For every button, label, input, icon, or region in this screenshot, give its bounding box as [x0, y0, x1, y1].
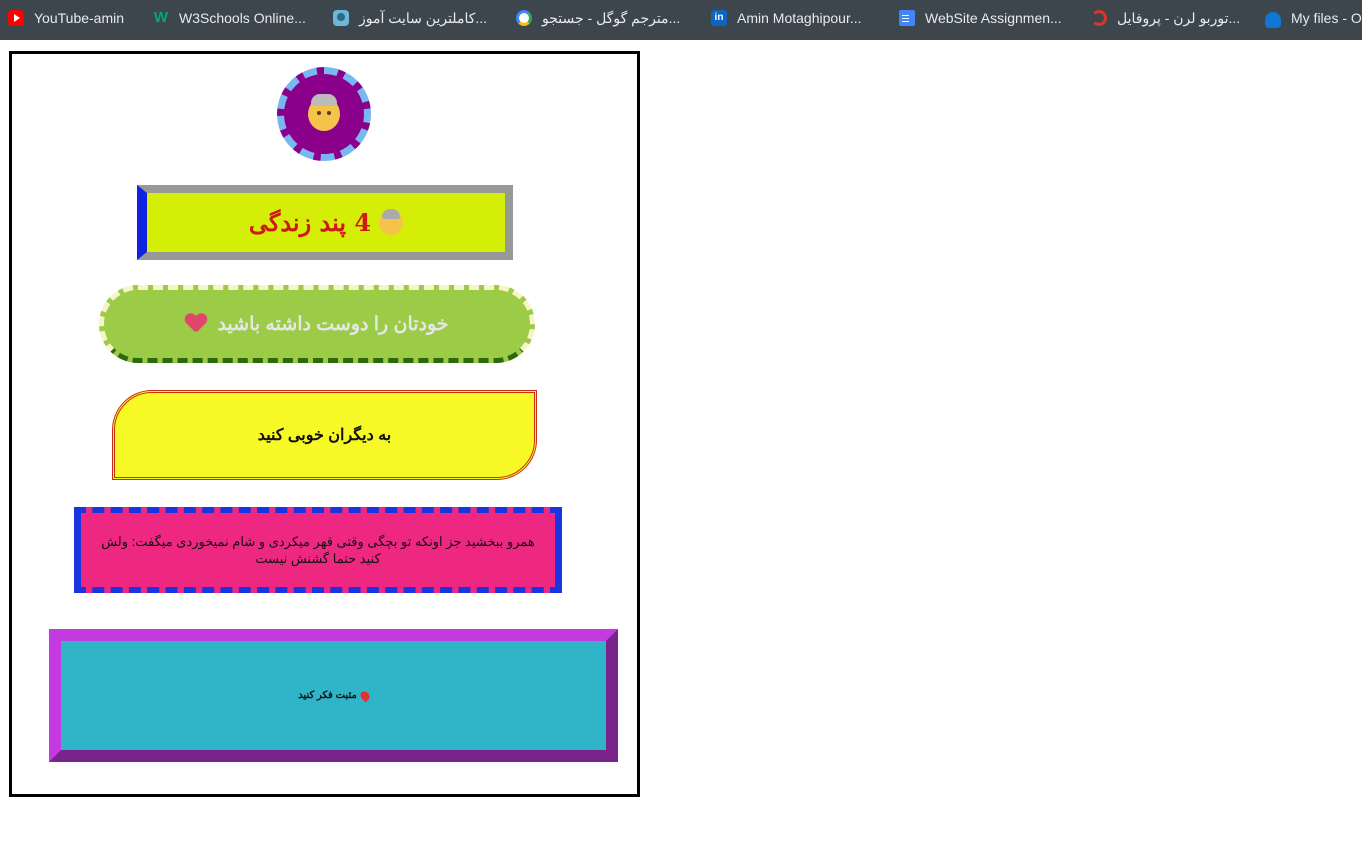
page-title: 4 پند زندگی [248, 208, 372, 237]
onedrive-icon [1265, 12, 1281, 28]
linkedin-icon: in [711, 10, 727, 26]
turbolearn-icon [1091, 10, 1107, 26]
bird-icon [333, 10, 349, 26]
bookmark-label: YouTube-amin [34, 10, 125, 26]
docs-icon [899, 10, 915, 26]
bookmark-label: WebSite Assignmen... [925, 10, 1062, 26]
bookmark-course-site[interactable]: کاملترین سایت آموز... [333, 0, 487, 36]
heart-icon [185, 314, 207, 334]
bookmark-google-translate[interactable]: مترجم گوگل - جستجو... [516, 0, 680, 36]
bookmark-label: کاملترین سایت آموز... [359, 9, 488, 26]
love-yourself-box: خودتان را دوست داشته باشید [99, 285, 535, 363]
bookmark-website-assignment[interactable]: WebSite Assignmen... [899, 0, 1062, 36]
think-positive-box: مثبت فکر کنید [49, 629, 618, 762]
bookmark-label: مترجم گوگل - جستجو... [542, 9, 681, 26]
bookmark-label: W3Schools Online... [179, 10, 306, 26]
bookmarks-bar: YouTube-amin W W3Schools Online... کاملت… [0, 0, 1362, 40]
bookmark-label: My files - O [1291, 10, 1362, 26]
bookmark-w3schools[interactable]: W W3Schools Online... [153, 0, 306, 36]
bookmark-onedrive[interactable]: My files - O [1265, 0, 1362, 36]
bookmark-label: Amin Motaghipour... [737, 10, 862, 26]
bookmark-youtube[interactable]: YouTube-amin [8, 0, 124, 36]
be-kind-text: به دیگران خوبی کنید [257, 427, 392, 444]
google-icon [516, 10, 532, 26]
youtube-icon [8, 10, 24, 26]
forgive-box: همرو ببخشید جز اونکه تو بچگی وقتی قهر می… [74, 507, 562, 593]
w3schools-icon: W [153, 9, 169, 26]
bookmark-linkedin[interactable]: in Amin Motaghipour... [711, 0, 862, 36]
think-positive-text: مثبت فکر کنید [298, 690, 357, 701]
old-man-icon [308, 94, 340, 131]
forgive-text: همرو ببخشید جز اونکه تو بچگی وقتی قهر می… [101, 534, 535, 566]
pin-icon [358, 689, 372, 702]
love-yourself-text: خودتان را دوست داشته باشید [217, 313, 449, 335]
avatar [277, 67, 371, 161]
old-woman-icon [379, 208, 404, 235]
be-kind-box: به دیگران خوبی کنید [112, 390, 537, 480]
bookmark-turbolearn[interactable]: توربو لرن - پروفایل... [1091, 0, 1240, 36]
bookmark-label: توربو لرن - پروفایل... [1117, 9, 1241, 26]
title-box: 4 پند زندگی [137, 185, 513, 260]
